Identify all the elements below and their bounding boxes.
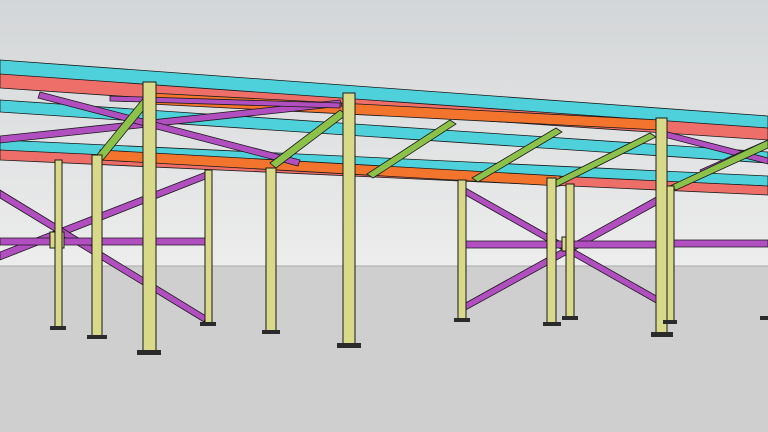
column	[666, 185, 675, 323]
column	[265, 167, 277, 333]
base-plate	[262, 330, 280, 334]
base-plate	[663, 320, 677, 324]
bracing-member	[671, 239, 768, 248]
column	[142, 81, 157, 353]
base-plate	[200, 322, 216, 326]
column	[457, 179, 467, 321]
column	[342, 92, 356, 346]
steel-frame-scene	[0, 0, 768, 432]
far-right-bracing	[671, 239, 768, 248]
column	[54, 159, 63, 329]
bracing-member	[0, 237, 209, 246]
column	[91, 154, 103, 338]
column	[565, 183, 575, 319]
base-plate	[87, 335, 107, 339]
column	[655, 117, 668, 335]
ground-plane	[0, 266, 768, 432]
base-plate	[562, 316, 578, 320]
base-plate	[337, 343, 361, 348]
column	[204, 169, 213, 325]
column	[546, 177, 557, 325]
base-plate	[760, 316, 768, 320]
base-plate	[50, 326, 66, 330]
base-plate	[543, 322, 561, 326]
3d-model-viewport[interactable]	[0, 0, 768, 432]
base-plate	[454, 318, 470, 322]
base-plate	[651, 332, 673, 337]
base-plate	[137, 350, 161, 355]
